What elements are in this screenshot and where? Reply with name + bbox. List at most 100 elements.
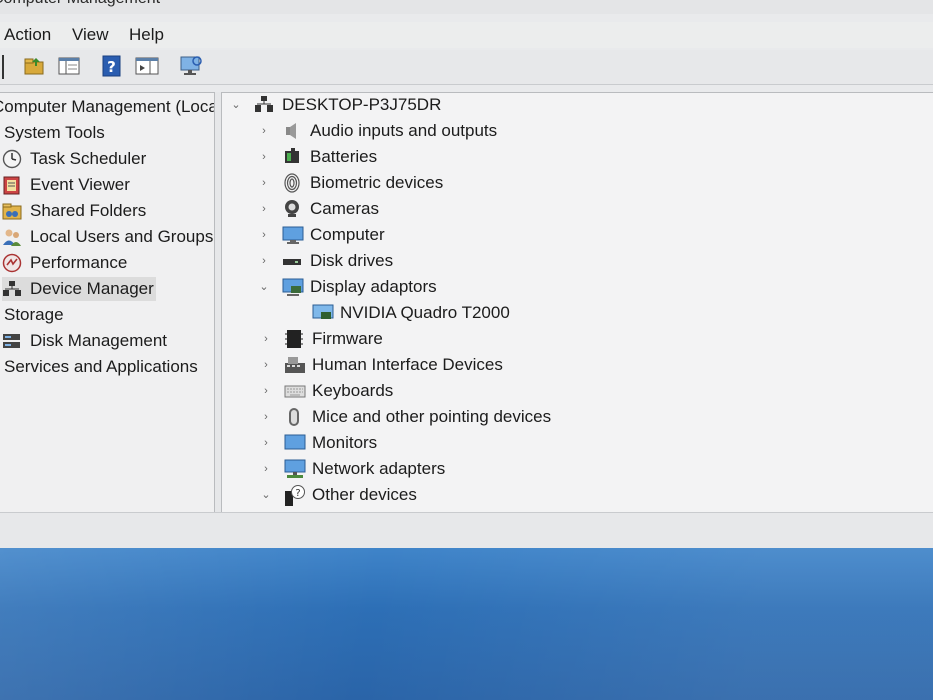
tree-item-task-scheduler[interactable]: Task Scheduler — [2, 147, 148, 171]
webcam-icon — [282, 199, 302, 219]
network-adapter-icon — [284, 459, 306, 479]
folder-up-icon[interactable] — [22, 53, 48, 79]
expand-chevron-icon[interactable]: › — [258, 119, 270, 143]
users-icon — [2, 227, 22, 247]
category-label: Disk drives — [310, 251, 394, 270]
category-label: Audio inputs and outputs — [310, 121, 498, 140]
category-label: Keyboards — [312, 381, 394, 400]
device-category-computer[interactable]: › Computer — [258, 223, 387, 247]
device-category-display[interactable]: ⌄ Display adaptors — [258, 275, 439, 299]
monitor-device-icon — [284, 433, 306, 453]
tree-item-label: Task Scheduler — [30, 149, 147, 168]
device-category-other[interactable]: ⌄ ? Other devices — [260, 483, 419, 507]
expand-chevron-icon[interactable]: › — [258, 197, 270, 221]
device-category-firmware[interactable]: › Firmware — [260, 327, 385, 351]
event-viewer-icon — [2, 175, 22, 195]
collapse-chevron-icon[interactable]: ⌄ — [230, 93, 242, 117]
tree-item-event-viewer[interactable]: Event Viewer — [2, 173, 132, 197]
device-category-cameras[interactable]: › Cameras — [258, 197, 381, 221]
tree-item-disk-management[interactable]: Disk Management — [2, 329, 169, 353]
console-tree-pane: Computer Management (Local) System Tools… — [0, 92, 215, 514]
svg-text:?: ? — [107, 58, 116, 76]
device-tree-pane: ⌄ DESKTOP-P3J75DR › Audio inputs and out… — [221, 92, 933, 513]
computer-name: DESKTOP-P3J75DR — [282, 95, 442, 114]
tree-item-performance[interactable]: Performance — [2, 251, 129, 275]
category-label: Other devices — [312, 485, 417, 504]
device-category-keyboards[interactable]: › Keyboards — [260, 379, 395, 403]
unknown-device-icon: ? — [284, 485, 305, 506]
menu-bar: Action View Help — [0, 22, 933, 48]
tree-item-device-manager[interactable]: Device Manager — [2, 277, 156, 301]
screen: Computer Management Action View Help ? — [0, 0, 933, 700]
monitor-icon[interactable] — [178, 53, 204, 79]
device-category-batteries[interactable]: › Batteries — [258, 145, 379, 169]
help-icon[interactable]: ? — [99, 53, 125, 79]
display-adapter-icon — [282, 277, 304, 297]
tree-item-label: Local Users and Groups — [30, 227, 214, 246]
tree-item-system-tools[interactable]: System Tools — [2, 121, 107, 145]
expand-chevron-icon[interactable]: › — [258, 171, 270, 195]
menu-view[interactable]: View — [72, 25, 109, 45]
tree-item-storage[interactable]: Storage — [2, 303, 66, 327]
desktop-background — [0, 548, 933, 700]
tree-item-services[interactable]: Services and Applications — [2, 355, 200, 379]
expand-chevron-icon[interactable]: › — [258, 145, 270, 169]
tree-item-label: Storage — [4, 305, 64, 324]
device-item-nvidia[interactable]: NVIDIA Quadro T2000 — [312, 301, 512, 325]
expand-chevron-icon[interactable]: › — [260, 327, 272, 351]
svg-text:?: ? — [295, 488, 300, 499]
fingerprint-icon — [282, 173, 302, 193]
collapse-chevron-icon[interactable]: ⌄ — [258, 275, 270, 299]
computer-network-icon — [254, 95, 274, 115]
tree-root[interactable]: Computer Management (Local) — [0, 95, 215, 119]
clock-icon — [2, 149, 22, 169]
tree-item-label: Performance — [30, 253, 128, 272]
expand-chevron-icon[interactable]: › — [260, 353, 272, 377]
category-label: Human Interface Devices — [312, 355, 503, 374]
toolbar: ? — [0, 50, 933, 85]
tree-item-shared-folders[interactable]: Shared Folders — [2, 199, 148, 223]
performance-icon — [2, 253, 22, 273]
device-category-monitors[interactable]: › Monitors — [260, 431, 379, 455]
category-label: Biometric devices — [310, 173, 444, 192]
device-manager-icon — [2, 279, 22, 299]
category-label: Computer — [310, 225, 385, 244]
tree-item-label: Shared Folders — [30, 201, 147, 220]
device-category-audio[interactable]: › Audio inputs and outputs — [258, 119, 499, 143]
speaker-icon — [282, 121, 302, 141]
category-label: Mice and other pointing devices — [312, 407, 552, 426]
graphics-card-icon — [312, 303, 334, 323]
expand-chevron-icon[interactable]: › — [258, 223, 270, 247]
tree-item-label: Device Manager — [30, 279, 154, 298]
device-root[interactable]: ⌄ DESKTOP-P3J75DR — [230, 93, 443, 117]
console-tree-icon[interactable] — [56, 53, 82, 79]
expand-chevron-icon[interactable]: › — [260, 431, 272, 455]
battery-icon — [282, 147, 302, 167]
category-label: Firmware — [312, 329, 383, 348]
device-category-hid[interactable]: › Human Interface Devices — [260, 353, 505, 377]
expand-chevron-icon[interactable]: › — [260, 379, 272, 403]
disk-drive-icon — [282, 251, 302, 271]
mouse-icon — [284, 407, 304, 427]
expand-chevron-icon[interactable]: › — [260, 405, 272, 429]
action-pane-icon[interactable] — [134, 53, 160, 79]
tree-item-label: Services and Applications — [4, 357, 198, 376]
device-category-biometric[interactable]: › Biometric devices — [258, 171, 445, 195]
device-category-network[interactable]: › Network adapters — [260, 457, 447, 481]
device-category-mice[interactable]: › Mice and other pointing devices — [260, 405, 553, 429]
menu-help[interactable]: Help — [129, 25, 164, 45]
status-bar — [0, 512, 933, 551]
expand-chevron-icon[interactable]: › — [258, 249, 270, 273]
tree-item-local-users[interactable]: Local Users and Groups — [2, 225, 214, 249]
expand-chevron-icon[interactable]: › — [260, 457, 272, 481]
hid-icon — [284, 355, 305, 375]
monitor-computer-icon — [282, 225, 304, 245]
menu-action[interactable]: Action — [4, 25, 51, 45]
tree-item-label: System Tools — [4, 123, 105, 142]
tree-root-label: Computer Management (Local) — [0, 97, 215, 116]
collapse-chevron-icon[interactable]: ⌄ — [260, 483, 272, 507]
title-bar[interactable]: Computer Management — [0, 0, 933, 14]
category-label: Cameras — [310, 199, 379, 218]
firmware-chip-icon — [284, 329, 304, 349]
device-category-disk-drives[interactable]: › Disk drives — [258, 249, 395, 273]
